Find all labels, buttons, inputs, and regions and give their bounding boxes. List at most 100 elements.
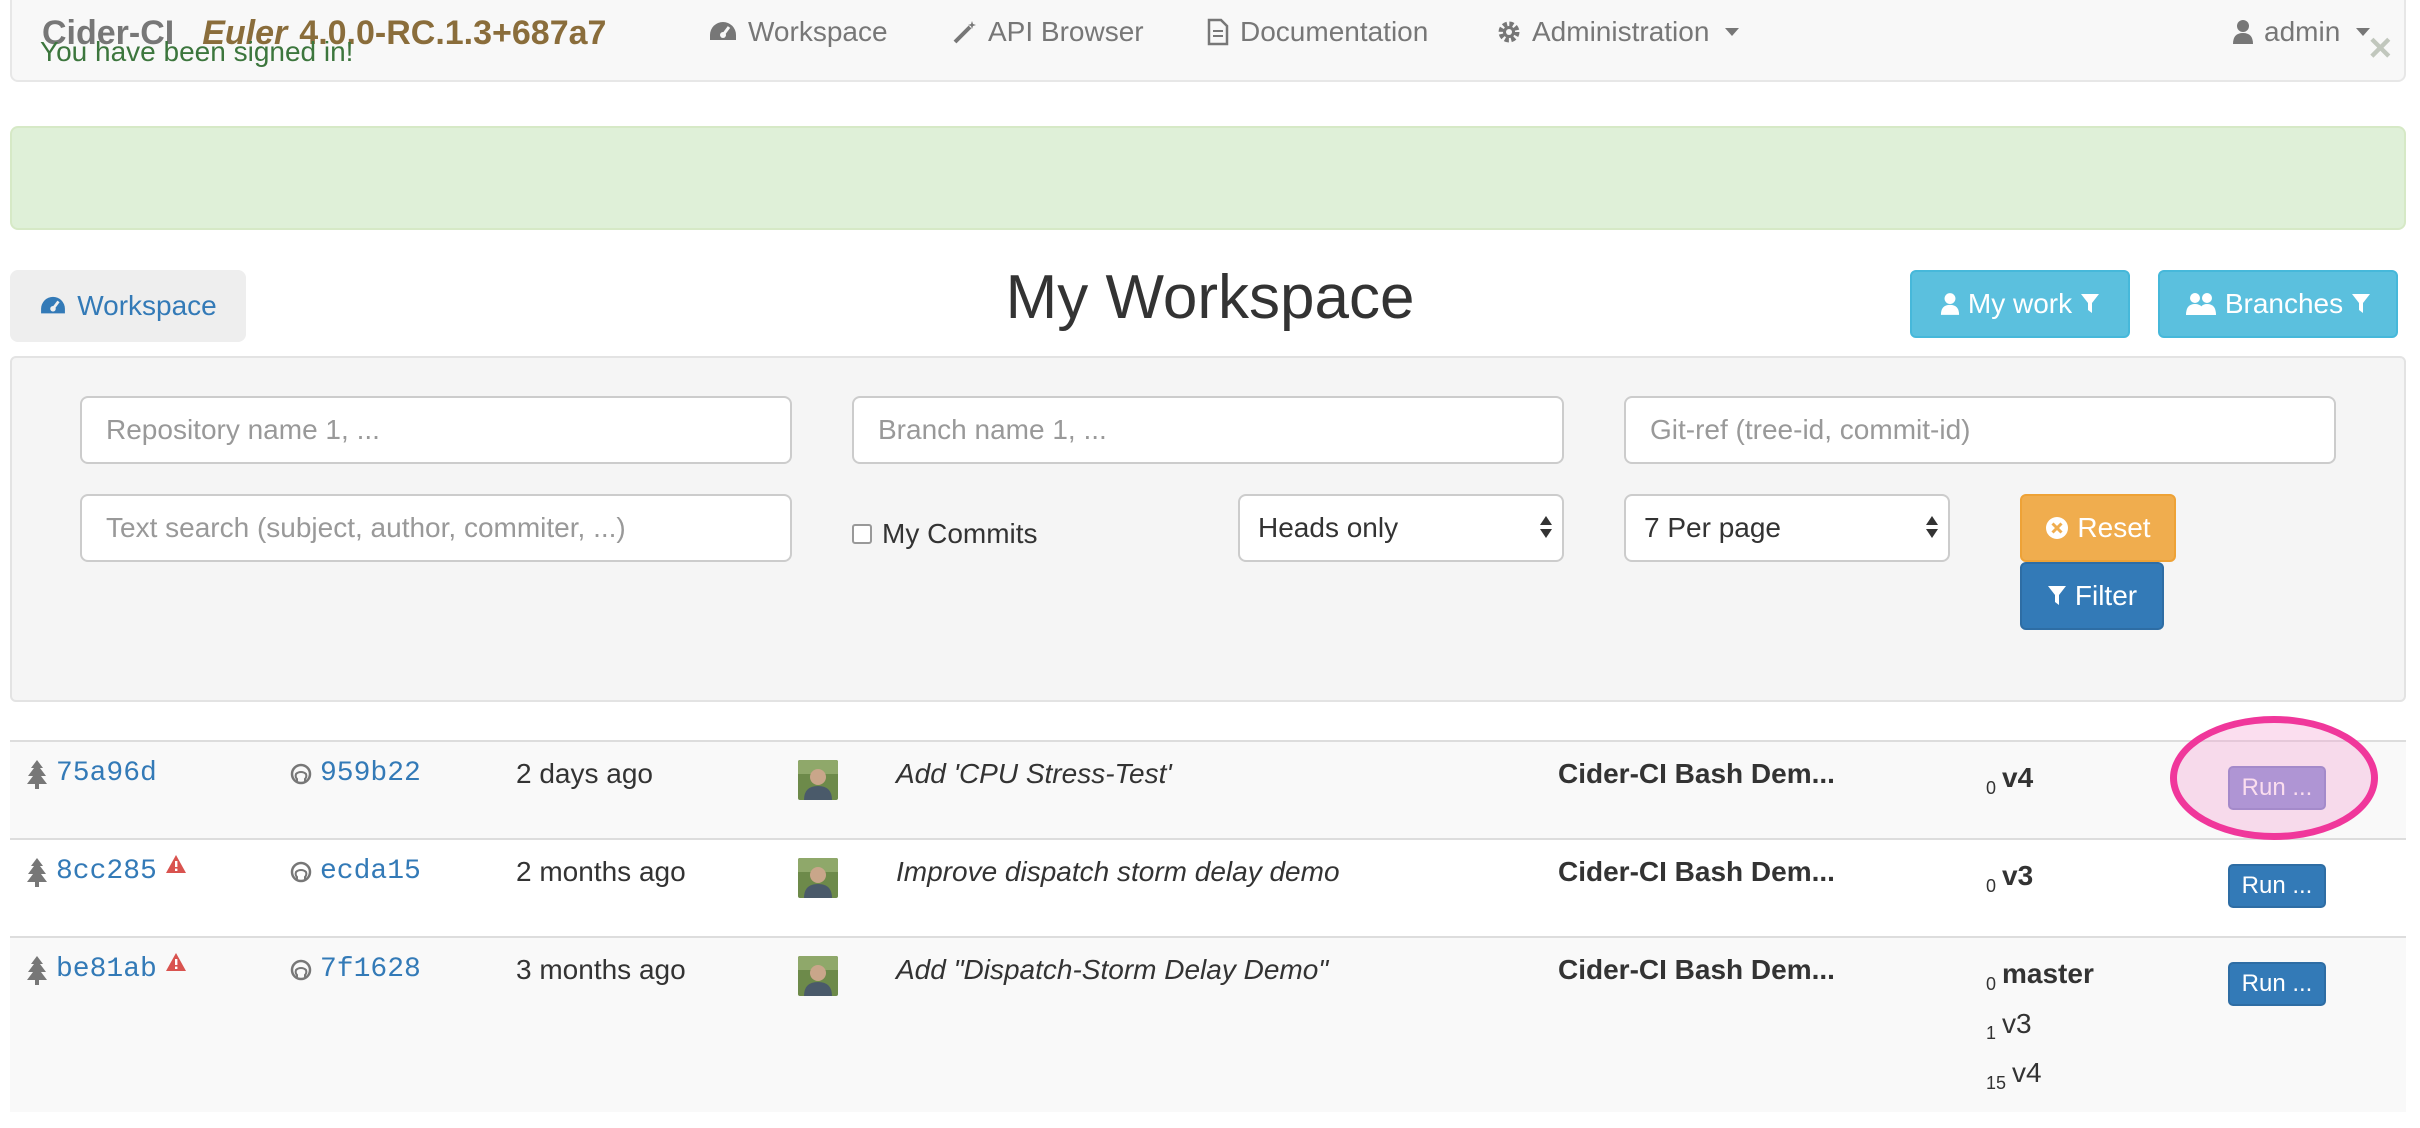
my-commits-checkbox[interactable] xyxy=(852,524,872,544)
avatar xyxy=(798,760,838,800)
gear-icon xyxy=(1496,19,1522,45)
repository-name[interactable]: Cider-CI Bash Dem... xyxy=(1558,856,1835,888)
close-icon[interactable]: × xyxy=(2369,26,2392,71)
highlight-annotation xyxy=(2170,716,2378,840)
commit-id-cell: ecda15 xyxy=(290,856,421,887)
heads-select[interactable]: Heads only xyxy=(1238,494,1564,562)
branch-distance: 1 xyxy=(1986,1023,1997,1044)
branch-distance: 0 xyxy=(1986,875,1997,896)
user-icon xyxy=(2232,19,2254,45)
alert-message: You have been signed in! xyxy=(40,36,354,67)
nav-api-browser-label: API Browser xyxy=(988,16,1144,47)
user-menu[interactable]: admin xyxy=(2232,16,2371,48)
commit-subject[interactable]: Improve dispatch storm delay demo xyxy=(896,856,1340,888)
nav-workspace-label: Workspace xyxy=(748,16,888,47)
branch-entry: 0 v4 xyxy=(1986,758,2033,808)
branches-button[interactable]: Branches xyxy=(2158,270,2398,338)
branch-name[interactable]: v4 xyxy=(2012,1057,2042,1088)
warning-icon xyxy=(165,952,187,972)
per-page-select-value: 7 Per page xyxy=(1644,512,1781,543)
run-button[interactable]: Run ... xyxy=(2228,962,2326,1006)
tree-icon xyxy=(26,857,48,887)
branch-entry: 0 master xyxy=(1986,954,2094,1004)
tree-id-cell: be81ab xyxy=(26,952,187,985)
branch-name[interactable]: master xyxy=(2002,958,2094,989)
tab-workspace[interactable]: Workspace xyxy=(10,270,246,342)
commit-age: 2 days ago xyxy=(516,758,653,789)
branch-input[interactable] xyxy=(852,396,1564,464)
branch-name[interactable]: v4 xyxy=(2002,762,2033,793)
tree-id-cell: 75a96d xyxy=(26,758,157,789)
my-commits-filter[interactable]: My Commits xyxy=(852,518,1038,550)
commit-age: 2 months ago xyxy=(516,856,686,887)
nav-api-browser[interactable]: API Browser xyxy=(952,16,1144,48)
nav-administration-label: Administration xyxy=(1532,16,1710,47)
tree-id-link[interactable]: 8cc285 xyxy=(56,856,157,887)
remove-circle-icon xyxy=(2045,516,2069,540)
branch-list: 0 v3 xyxy=(1986,856,2033,906)
github-icon xyxy=(290,861,312,883)
select-arrows-icon xyxy=(1540,516,1552,538)
per-page-select[interactable]: 7 Per page xyxy=(1624,494,1950,562)
user-icon xyxy=(1940,292,1960,316)
branches-label: Branches xyxy=(2224,288,2344,319)
commit-age: 3 months ago xyxy=(516,954,686,985)
filter-button[interactable]: Filter xyxy=(2020,562,2164,630)
commit-id-link[interactable]: ecda15 xyxy=(320,856,421,887)
branch-distance: 0 xyxy=(1986,973,1997,994)
nav-documentation-label: Documentation xyxy=(1240,16,1429,47)
users-icon xyxy=(2185,292,2217,316)
nav-administration[interactable]: Administration xyxy=(1496,16,1740,48)
git-ref-input[interactable] xyxy=(1624,396,2336,464)
tree-id-cell: 8cc285 xyxy=(26,854,187,887)
tree-id-link[interactable]: be81ab xyxy=(56,954,157,985)
user-name: admin xyxy=(2264,16,2341,47)
filter-label: Filter xyxy=(2074,580,2138,611)
my-commits-label: My Commits xyxy=(882,518,1038,549)
branch-distance: 15 xyxy=(1986,1072,2007,1093)
select-arrows-icon xyxy=(1926,516,1938,538)
commit-subject[interactable]: Add 'CPU Stress-Test' xyxy=(896,758,1172,790)
reset-label: Reset xyxy=(2077,512,2151,543)
magic-wand-icon xyxy=(952,19,978,45)
tree-id-link[interactable]: 75a96d xyxy=(56,758,157,789)
avatar xyxy=(798,858,838,898)
nav-workspace[interactable]: Workspace xyxy=(708,16,888,48)
branch-entry: 1 v3 xyxy=(1986,1004,2094,1054)
dashboard-icon xyxy=(708,20,738,44)
commit-id-cell: 959b22 xyxy=(290,758,421,789)
repository-name[interactable]: Cider-CI Bash Dem... xyxy=(1558,954,1835,986)
branch-name[interactable]: v3 xyxy=(2002,1008,2032,1039)
branch-name[interactable]: v3 xyxy=(2002,860,2033,891)
page-title: My Workspace xyxy=(1005,263,1415,332)
dashboard-icon xyxy=(39,295,67,317)
avatar xyxy=(798,956,838,996)
table-row xyxy=(10,740,2406,838)
run-label: Run ... xyxy=(2241,872,2313,899)
chevron-down-icon xyxy=(1725,28,1740,36)
branch-entry: 15 v4 xyxy=(1986,1053,2094,1103)
reset-button[interactable]: Reset xyxy=(2020,494,2176,562)
commit-id-link[interactable]: 959b22 xyxy=(320,758,421,789)
run-button[interactable]: Run ... xyxy=(2228,864,2326,908)
commit-subject[interactable]: Add "Dispatch-Storm Delay Demo" xyxy=(896,954,1328,986)
signed-in-alert xyxy=(10,126,2406,230)
text-search-input[interactable] xyxy=(80,494,792,562)
nav-documentation[interactable]: Documentation xyxy=(1206,16,1428,48)
filter-icon xyxy=(2080,293,2100,315)
commit-id-cell: 7f1628 xyxy=(290,954,421,985)
repository-name[interactable]: Cider-CI Bash Dem... xyxy=(1558,758,1835,790)
tab-workspace-label: Workspace xyxy=(77,290,217,321)
warning-icon xyxy=(165,854,187,874)
my-work-label: My work xyxy=(1967,288,2073,319)
my-work-button[interactable]: My work xyxy=(1910,270,2130,338)
commit-id-link[interactable]: 7f1628 xyxy=(320,954,421,985)
github-icon xyxy=(290,959,312,981)
github-icon xyxy=(290,763,312,785)
document-icon xyxy=(1206,18,1230,46)
run-label: Run ... xyxy=(2241,970,2313,997)
branch-distance: 0 xyxy=(1986,777,1997,798)
filter-icon xyxy=(2047,585,2067,607)
repository-input[interactable] xyxy=(80,396,792,464)
filter-icon xyxy=(2351,293,2371,315)
